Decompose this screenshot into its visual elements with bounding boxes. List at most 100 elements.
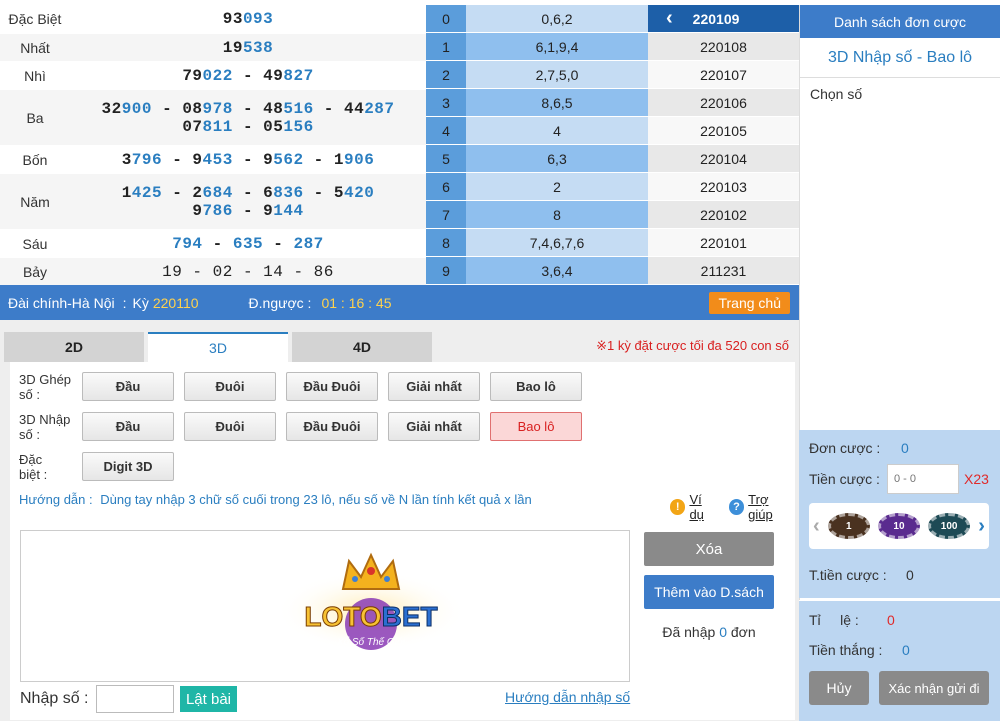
period-item[interactable]: 220105 (648, 117, 799, 145)
chip-10[interactable]: 10 (877, 513, 920, 539)
number-segment: 287 (293, 234, 324, 253)
tab-2d[interactable]: 2D (4, 332, 144, 362)
ghep-giainhat-button[interactable]: Giải nhất (388, 372, 480, 401)
chip-selector: ‹ 1 10 100 › (809, 503, 989, 549)
home-button[interactable]: Trang chủ (709, 292, 790, 314)
digit-tails: 8,6,5 (466, 89, 648, 116)
nhap-dauduoi-button[interactable]: Đầu Đuôi (286, 412, 378, 441)
number-segment: - (232, 201, 264, 220)
nhap-giainhat-button[interactable]: Giải nhất (388, 412, 480, 441)
period-item[interactable]: 220107 (648, 61, 799, 89)
number-segment: - (303, 150, 334, 169)
prize-name: Bốn (22, 151, 48, 168)
number-segment: 79 (182, 66, 203, 85)
help-icon: ? (728, 499, 745, 515)
number-segment: 44 (343, 99, 365, 118)
entered-count-suffix: đơn (730, 624, 756, 640)
countdown-label: Đ.ngược : (248, 294, 312, 311)
number-input-area[interactable]: LOTOBET Xổ Số Thế Giới (20, 530, 630, 682)
number-line: 19 - 02 - 14 - 86 (162, 263, 334, 281)
add-to-list-button[interactable]: Thêm vào D.sách (644, 575, 774, 609)
number-segment: 538 (242, 38, 274, 57)
number-segment: 453 (202, 150, 233, 169)
period-item[interactable]: 220103 (648, 173, 799, 201)
digit-tails: 6,1,9,4 (466, 33, 648, 60)
period-item[interactable]: 211231 (648, 257, 799, 285)
number-segment: 635 (232, 234, 264, 253)
number-segment: 9 (192, 150, 203, 169)
chevron-left-icon[interactable]: ‹ (666, 7, 673, 30)
help-link[interactable]: Trợ giúp (748, 492, 795, 522)
number-segment: - (152, 99, 183, 118)
prize-numbers: 32900 - 08978 - 48516 - 44287 07811 - 051… (70, 90, 426, 145)
digit-tails: 6,3 (466, 145, 648, 172)
period-item[interactable]: 220102 (648, 201, 799, 229)
chip-1[interactable]: 1 (827, 513, 870, 539)
number-segment: 156 (283, 117, 314, 136)
number-segment: 6 (263, 183, 274, 202)
total-bet-label: T.tiền cược : (809, 567, 887, 583)
number-segment: 900 (121, 99, 153, 118)
bet-amount-input[interactable] (887, 464, 959, 494)
prize-name: Sáu (22, 235, 48, 252)
nhap-duoi-button[interactable]: Đuôi (184, 412, 276, 441)
period-item[interactable]: 220108 (648, 33, 799, 61)
period-number: 220109 (692, 10, 740, 27)
row-label-ghep: 3D Ghép số : (19, 372, 72, 402)
station-name: Đài chính-Hà Nội (8, 294, 115, 311)
result-row: Bốn 3796 - 9453 - 9562 - 1906 (0, 146, 426, 174)
flip-card-button[interactable]: Lật bài (180, 686, 237, 712)
ghep-dau-button[interactable]: Đầu (82, 372, 174, 401)
prize-name: Ba (26, 109, 44, 126)
enter-number-input[interactable] (96, 685, 174, 713)
ghep-dauduoi-button[interactable]: Đầu Đuôi (286, 372, 378, 401)
digit-head: 1 (426, 33, 466, 60)
number-segment: 3 (121, 150, 132, 169)
cancel-button[interactable]: Hủy (809, 671, 869, 705)
nhap-dau-button[interactable]: Đầu (82, 412, 174, 441)
logo-text: LOTOBET (304, 601, 437, 632)
number-segment: 08 (182, 99, 203, 118)
warning-icon: ! (670, 499, 686, 515)
tab-4d[interactable]: 4D (292, 332, 432, 362)
prize-numbers: 1425 - 2684 - 6836 - 5420 9786 - 9144 (70, 174, 426, 229)
input-guide-link[interactable]: Hướng dẫn nhập số (505, 689, 630, 705)
chip-100[interactable]: 100 (928, 513, 971, 539)
total-bet-value: 0 (906, 567, 914, 583)
digit-tails: 2 (466, 173, 648, 200)
digit-table: 0 0,6,2 1 6,1,9,4 2 2,7,5,0 3 8,6,5 4 4 5 6,3 6 2 7 8 8 7… (426, 5, 648, 285)
number-segment: 093 (242, 10, 274, 28)
bet-multiplier: X23 (964, 471, 989, 487)
clear-button[interactable]: Xóa (644, 532, 774, 566)
confirm-submit-button[interactable]: Xác nhận gửi đi (879, 671, 989, 705)
ghep-baolo-button[interactable]: Bao lô (490, 372, 582, 401)
digit-row: 1 6,1,9,4 (426, 33, 648, 61)
number-segment: 9 (192, 201, 203, 220)
winnings-value: 0 (902, 642, 910, 658)
chevron-left-icon[interactable]: ‹ (813, 515, 820, 538)
number-segment: 811 (202, 117, 233, 136)
digit-tails: 0,6,2 (466, 5, 648, 32)
chosen-numbers-label: Chọn số (810, 86, 863, 102)
period-item-active[interactable]: ‹ 220109 (648, 5, 799, 33)
ghep-duoi-button[interactable]: Đuôi (184, 372, 276, 401)
number-segment: - (232, 99, 264, 118)
digit3d-button[interactable]: Digit 3D (82, 452, 174, 481)
guide-text: Dùng tay nhập 3 chữ số cuối trong 23 lô,… (100, 492, 532, 507)
prize-name: Năm (20, 193, 50, 210)
number-segment: - (232, 183, 264, 202)
digit-tails: 4 (466, 117, 648, 144)
period-item[interactable]: 220104 (648, 145, 799, 173)
tab-3d[interactable]: 3D (148, 332, 288, 362)
number-line: 1425 - 2684 - 6836 - 5420 (122, 184, 375, 202)
current-period: 220110 (152, 294, 199, 311)
nhap-baolo-button[interactable]: Bao lô (490, 412, 582, 441)
bet-type-panel: 3D Ghép số : Đầu Đuôi Đầu Đuôi Giải nhất… (10, 362, 795, 720)
number-line: 93093 (223, 10, 274, 28)
period-item[interactable]: 220106 (648, 89, 799, 117)
chevron-right-icon[interactable]: › (978, 515, 985, 538)
guide-line: Hướng dẫn : Dùng tay nhập 3 chữ số cuối … (19, 492, 532, 507)
number-segment: 796 (131, 150, 163, 169)
example-link[interactable]: Ví dụ (689, 492, 718, 522)
period-item[interactable]: 220101 (648, 229, 799, 257)
